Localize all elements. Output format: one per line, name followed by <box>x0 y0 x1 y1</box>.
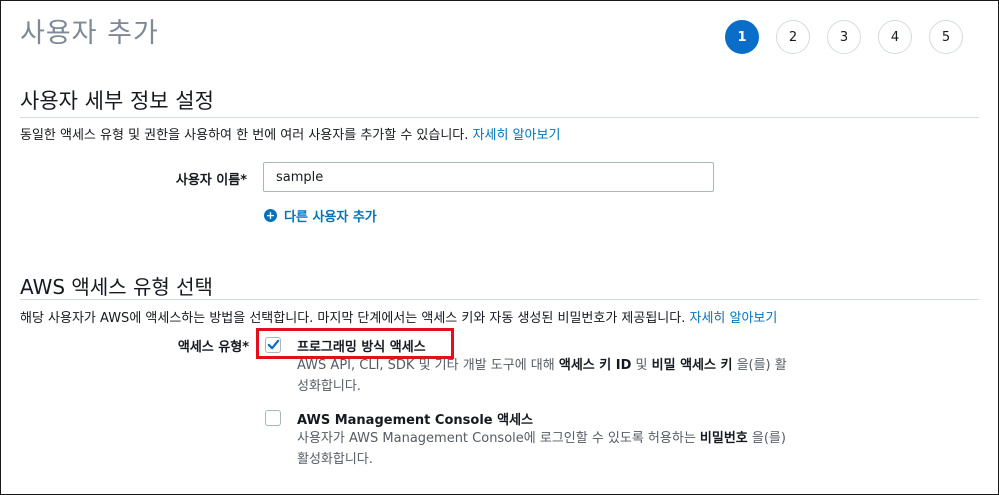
console-desc-text-2: 을(를) <box>747 431 786 446</box>
access-type-divider <box>20 299 979 300</box>
step-2[interactable]: 2 <box>776 20 810 54</box>
step-4[interactable]: 4 <box>878 20 912 54</box>
programmatic-access-checkbox[interactable] <box>265 337 281 353</box>
add-user-page: 사용자 추가 1 2 3 4 5 사용자 세부 정보 설정 동일한 액세스 유형… <box>0 0 999 495</box>
username-input[interactable] <box>263 162 714 192</box>
programmatic-desc-text-1: AWS API, CLI, SDK 및 기타 개발 도구에 대해 <box>297 358 559 373</box>
step-3[interactable]: 3 <box>827 20 861 54</box>
secret-access-key-term: 비밀 액세스 키 <box>651 358 733 373</box>
add-another-user-label: 다른 사용자 추가 <box>284 210 377 225</box>
access-type-heading: AWS 액세스 유형 선택 <box>20 275 213 299</box>
password-term: 비밀번호 <box>699 431 748 446</box>
add-another-user-button[interactable]: + 다른 사용자 추가 <box>264 206 377 225</box>
programmatic-access-title: 프로그래밍 방식 액세스 <box>297 340 426 355</box>
checkmark-icon <box>267 339 280 350</box>
user-details-description: 동일한 액세스 유형 및 권한을 사용하여 한 번에 여러 사용자를 추가할 수… <box>20 124 560 143</box>
user-details-heading: 사용자 세부 정보 설정 <box>20 89 214 113</box>
wizard-steps: 1 2 3 4 5 <box>725 20 980 54</box>
access-type-learn-more-link[interactable]: 자세히 알아보기 <box>690 311 778 326</box>
step-5[interactable]: 5 <box>929 20 963 54</box>
user-details-description-text: 동일한 액세스 유형 및 권한을 사용하여 한 번에 여러 사용자를 추가할 수… <box>20 128 469 143</box>
access-type-description: 해당 사용자가 AWS에 액세스하는 방법을 선택합니다. 마지막 단계에서는 … <box>20 307 777 326</box>
console-access-description: 사용자가 AWS Management Console에 로그인할 수 있도록 … <box>297 428 842 470</box>
user-details-divider <box>20 117 979 118</box>
programmatic-desc-text-4: 성화합니다. <box>297 379 361 394</box>
access-key-id-term: 액세스 키 ID <box>558 358 632 373</box>
username-label: 사용자 이름* <box>175 173 247 188</box>
programmatic-access-description: AWS API, CLI, SDK 및 기타 개발 도구에 대해 액세스 키 I… <box>297 355 842 397</box>
plus-circle-icon: + <box>264 209 277 222</box>
step-1[interactable]: 1 <box>725 20 759 54</box>
user-details-learn-more-link[interactable]: 자세히 알아보기 <box>473 128 561 143</box>
access-type-description-text: 해당 사용자가 AWS에 액세스하는 방법을 선택합니다. 마지막 단계에서는 … <box>20 311 686 326</box>
programmatic-desc-text-2: 및 <box>631 358 652 373</box>
console-desc-text-1: 사용자가 AWS Management Console에 로그인할 수 있도록 … <box>297 431 700 446</box>
access-type-label: 액세스 유형* <box>177 340 249 355</box>
console-access-title: AWS Management Console 액세스 <box>297 413 533 428</box>
programmatic-desc-text-3: 을(를) 활 <box>732 358 787 373</box>
console-access-checkbox[interactable] <box>265 410 281 426</box>
console-desc-text-3: 활성화합니다. <box>297 452 373 467</box>
page-title: 사용자 추가 <box>20 18 159 49</box>
